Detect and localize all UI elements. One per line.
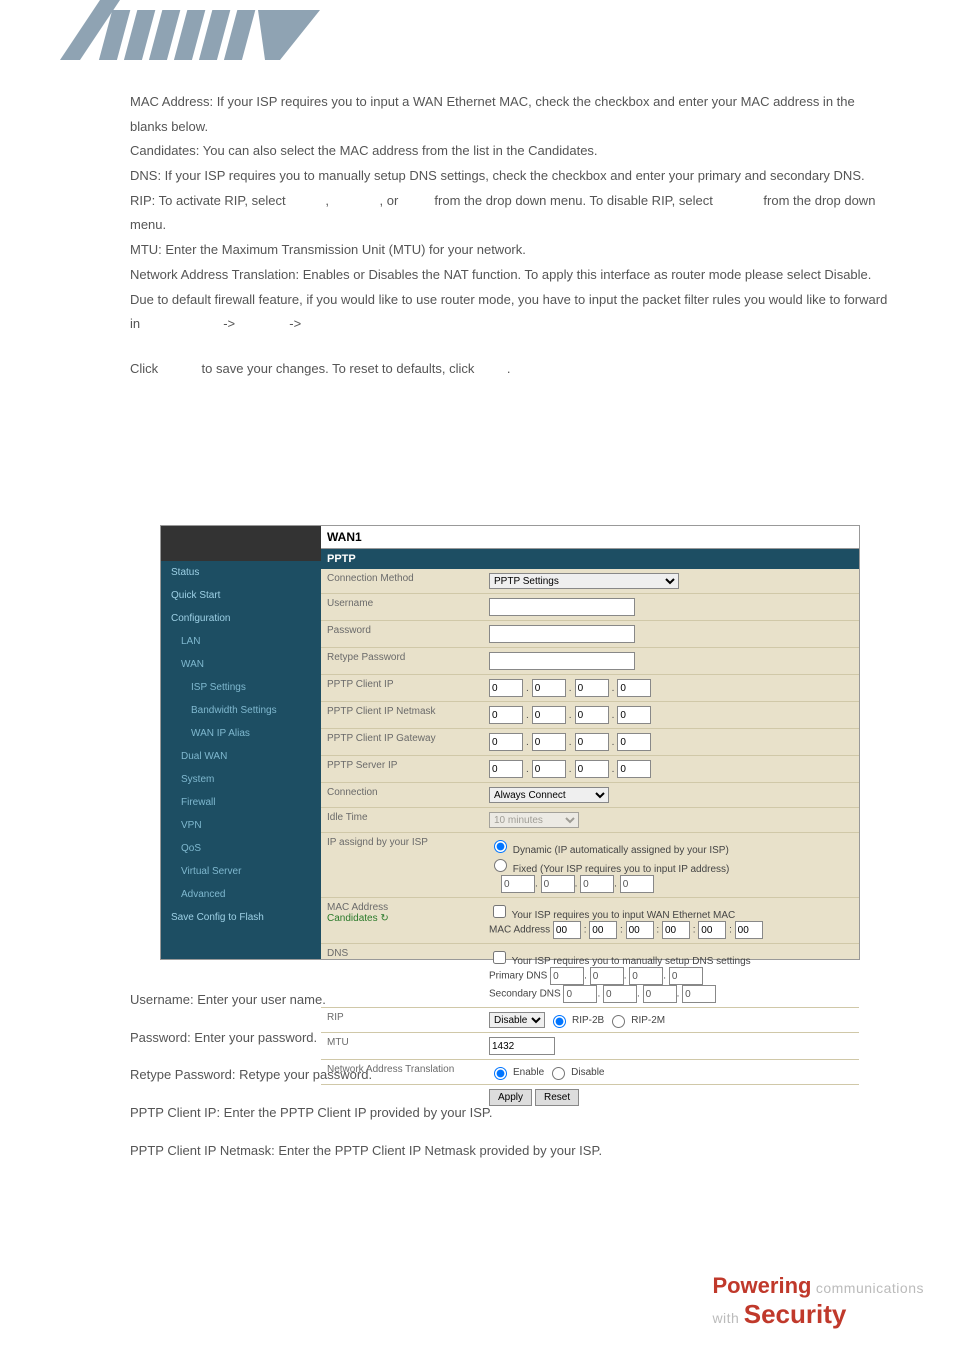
password-label: Password	[321, 621, 483, 647]
fixed-ip-oct2[interactable]	[541, 875, 575, 893]
pptp-ip-oct1[interactable]	[489, 679, 523, 697]
sidebar-item-lan[interactable]: LAN	[161, 630, 321, 653]
mac-note: Your ISP requires you to input WAN Ether…	[512, 910, 736, 921]
mac-oct4[interactable]	[662, 921, 690, 939]
mac-oct6[interactable]	[735, 921, 763, 939]
sidebar-item-isp-settings[interactable]: ISP Settings	[161, 676, 321, 699]
mac-oct5[interactable]	[698, 921, 726, 939]
sidebar-item-status[interactable]: Status	[161, 561, 321, 584]
username-input[interactable]	[489, 598, 635, 616]
sidebar: Status Quick Start Configuration LAN WAN…	[161, 526, 321, 959]
doc-p5: MTU: Enter the Maximum Transmission Unit…	[130, 238, 890, 263]
pptp-nm-oct3[interactable]	[575, 706, 609, 724]
sidebar-item-advanced[interactable]: Advanced	[161, 883, 321, 906]
pptp-gw-oct3[interactable]	[575, 733, 609, 751]
mac-oct1[interactable]	[553, 921, 581, 939]
ip-assign-label: IP assignd by your ISP	[321, 833, 483, 897]
ip-dynamic-text: Dynamic (IP automatically assigned by yo…	[513, 845, 729, 856]
footer-word-communications: communications	[811, 1280, 924, 1296]
idle-time-select[interactable]: 10 minutes	[489, 812, 579, 828]
sidebar-item-qos[interactable]: QoS	[161, 837, 321, 860]
doc-u5: PPTP Client IP Netmask: Enter the PPTP C…	[130, 1139, 890, 1164]
connection-label: Connection	[321, 783, 483, 807]
pptp-nm-oct1[interactable]	[489, 706, 523, 724]
idle-time-label: Idle Time	[321, 808, 483, 832]
sidebar-item-bandwidth-settings[interactable]: Bandwidth Settings	[161, 699, 321, 722]
sidebar-item-save-config[interactable]: Save Config to Flash	[161, 906, 321, 929]
candidates-link[interactable]: Candidates ↻	[327, 913, 389, 924]
refresh-icon: ↻	[380, 913, 388, 924]
dns-checkbox[interactable]	[493, 951, 506, 964]
pptp-ip-oct3[interactable]	[575, 679, 609, 697]
doc-p6: Network Address Translation: Enables or …	[130, 263, 890, 337]
retype-password-label: Retype Password	[321, 648, 483, 674]
pptp-srv-oct4[interactable]	[617, 760, 651, 778]
retype-password-input[interactable]	[489, 652, 635, 670]
panel-subtitle: PPTP	[321, 549, 859, 569]
ip-dynamic-radio[interactable]	[494, 840, 507, 853]
pptp-netmask-label: PPTP Client IP Netmask	[321, 702, 483, 728]
ip-fixed-text: Fixed (Your ISP requires you to input IP…	[513, 864, 730, 875]
sidebar-item-wan-ip-alias[interactable]: WAN IP Alias	[161, 722, 321, 745]
pptp-client-ip-label: PPTP Client IP	[321, 675, 483, 701]
doc-u3: Retype Password: Retype your password.	[130, 1063, 890, 1088]
pptp-srv-oct2[interactable]	[532, 760, 566, 778]
fixed-ip-oct3[interactable]	[580, 875, 614, 893]
doc-u1: Username: Enter your user name.	[130, 988, 890, 1013]
password-input[interactable]	[489, 625, 635, 643]
dns-note: Your ISP requires you to manually setup …	[512, 956, 751, 967]
connection-method-select[interactable]: PPTP Settings	[489, 573, 679, 589]
sidebar-item-firewall[interactable]: Firewall	[161, 791, 321, 814]
sidebar-item-wan[interactable]: WAN	[161, 653, 321, 676]
sidebar-item-system[interactable]: System	[161, 768, 321, 791]
pptp-gateway-label: PPTP Client IP Gateway	[321, 729, 483, 755]
doc-p7: Click to save your changes. To reset to …	[130, 357, 890, 382]
pptp-nm-oct2[interactable]	[532, 706, 566, 724]
sidebar-item-quick-start[interactable]: Quick Start	[161, 584, 321, 607]
pptp-server-ip-label: PPTP Server IP	[321, 756, 483, 782]
fixed-ip-oct1[interactable]	[501, 875, 535, 893]
doc-u2: Password: Enter your password.	[130, 1026, 890, 1051]
ip-fixed-radio[interactable]	[494, 859, 507, 872]
doc-u4: PPTP Client IP: Enter the PPTP Client IP…	[130, 1101, 890, 1126]
mac-oct2[interactable]	[589, 921, 617, 939]
doc-p1: MAC Address: If your ISP requires you to…	[130, 90, 890, 139]
sidebar-item-dual-wan[interactable]: Dual WAN	[161, 745, 321, 768]
doc-p2: Candidates: You can also select the MAC …	[130, 139, 890, 164]
doc-upper-copy: MAC Address: If your ISP requires you to…	[130, 90, 890, 382]
panel-title: WAN1	[321, 526, 859, 549]
router-config-panel: Status Quick Start Configuration LAN WAN…	[160, 525, 860, 960]
doc-p3: DNS: If your ISP requires you to manuall…	[130, 164, 890, 189]
mac-checkbox[interactable]	[493, 905, 506, 918]
mac-oct3[interactable]	[626, 921, 654, 939]
pptp-ip-oct4[interactable]	[617, 679, 651, 697]
pptp-nm-oct4[interactable]	[617, 706, 651, 724]
doc-p4: RIP: To activate RIP, select , , or from…	[130, 189, 890, 238]
main-panel: WAN1 PPTP Connection Method PPTP Setting…	[321, 526, 859, 959]
sidebar-item-vpn[interactable]: VPN	[161, 814, 321, 837]
pptp-srv-oct3[interactable]	[575, 760, 609, 778]
sidebar-item-configuration[interactable]: Configuration	[161, 607, 321, 630]
footer-word-security: Security	[744, 1299, 847, 1329]
footer-tagline: Powering communications with Security	[712, 1273, 924, 1330]
username-label: Username	[321, 594, 483, 620]
pptp-gw-oct1[interactable]	[489, 733, 523, 751]
pptp-ip-oct2[interactable]	[532, 679, 566, 697]
connection-method-label: Connection Method	[321, 569, 483, 593]
doc-lower-copy: Username: Enter your user name. Password…	[130, 975, 890, 1176]
brand-logo	[60, 0, 320, 70]
footer-word-powering: Powering	[712, 1273, 811, 1298]
fixed-ip-oct4[interactable]	[620, 875, 654, 893]
sidebar-item-virtual-server[interactable]: Virtual Server	[161, 860, 321, 883]
mac-prefix: MAC Address	[489, 925, 550, 936]
pptp-gw-oct4[interactable]	[617, 733, 651, 751]
mac-address-label: MAC Address	[327, 902, 388, 913]
pptp-srv-oct1[interactable]	[489, 760, 523, 778]
footer-word-with: with	[712, 1310, 743, 1326]
pptp-gw-oct2[interactable]	[532, 733, 566, 751]
connection-select[interactable]: Always Connect	[489, 787, 609, 803]
